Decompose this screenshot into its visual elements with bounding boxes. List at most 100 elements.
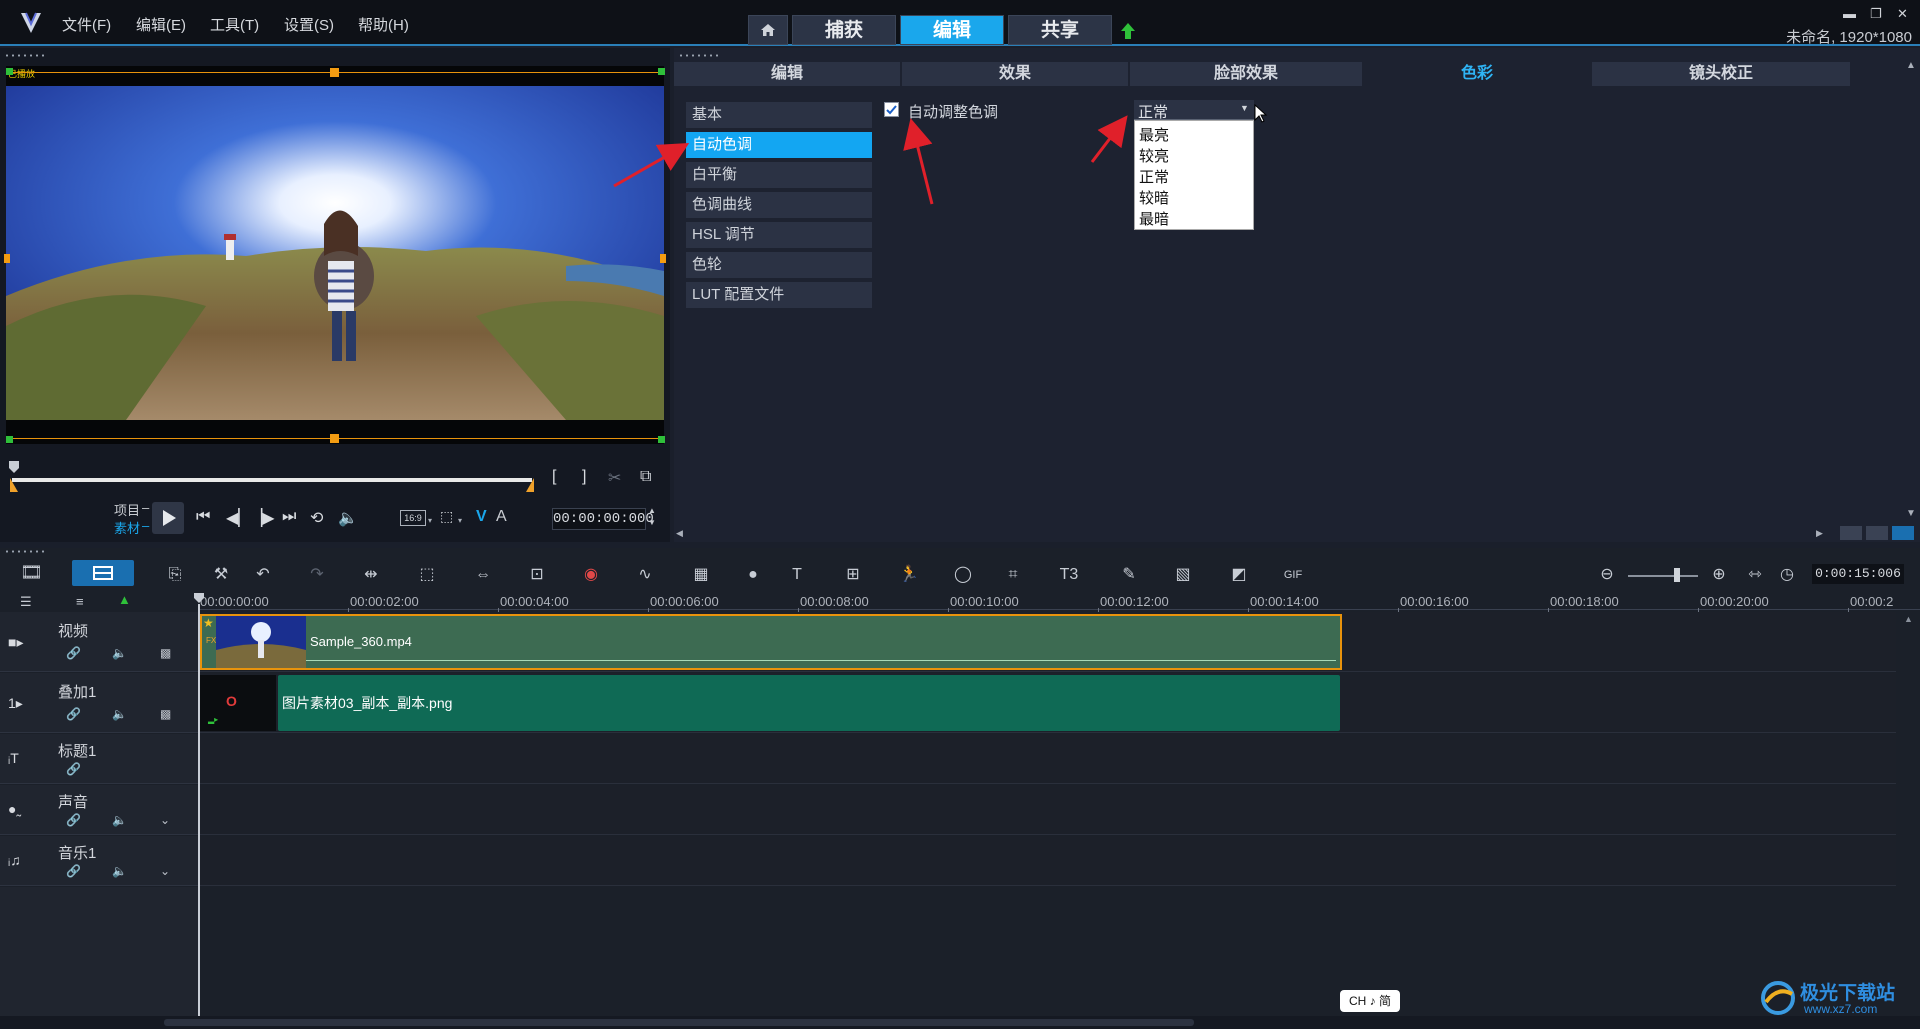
minimize-icon[interactable]: ▬ bbox=[1843, 6, 1856, 21]
side-item-tone-curve[interactable]: 色调曲线 bbox=[686, 192, 872, 218]
link-icon[interactable]: 🔗 bbox=[66, 864, 81, 878]
restore-icon[interactable]: ❐ bbox=[1870, 6, 1882, 22]
timeline-view-button[interactable] bbox=[72, 560, 134, 586]
undo-icon[interactable]: ↶ bbox=[250, 564, 276, 586]
mask-icon[interactable]: ● bbox=[740, 564, 766, 586]
menu-edit[interactable]: 编辑(E) bbox=[136, 14, 186, 35]
tone-option-darker[interactable]: 较暗 bbox=[1135, 188, 1253, 209]
panel-scroll-left-icon[interactable]: ◀ bbox=[676, 528, 683, 539]
track-name-overlay[interactable]: 叠加1 bbox=[58, 681, 96, 702]
crop-handle-bottom[interactable] bbox=[330, 434, 339, 443]
link-icon[interactable]: 🔗 bbox=[66, 646, 81, 660]
expand-icon[interactable]: ⌄ bbox=[160, 864, 170, 878]
scissors-icon[interactable]: ✂ bbox=[608, 468, 621, 488]
side-item-white-balance[interactable]: 白平衡 bbox=[686, 162, 872, 188]
prop-tab-face-effects[interactable]: 脸部效果 bbox=[1130, 62, 1362, 86]
speed-icon[interactable]: ◩ bbox=[1226, 564, 1252, 586]
chapter-icon[interactable]: ≡ bbox=[76, 594, 84, 609]
timeline-grip[interactable] bbox=[4, 550, 48, 553]
aspect-ratio-button[interactable]: 16:9 bbox=[400, 510, 426, 526]
prop-tab-edit[interactable]: 编辑 bbox=[674, 62, 900, 86]
tone-dropdown[interactable]: 正常 ▼ bbox=[1134, 100, 1254, 121]
panel-scroll-right-icon[interactable]: ▶ bbox=[1816, 528, 1823, 539]
menu-tools[interactable]: 工具(T) bbox=[210, 14, 259, 35]
tracking-icon[interactable]: ⌗ bbox=[1000, 564, 1026, 586]
tone-option-normal[interactable]: 正常 bbox=[1135, 167, 1253, 188]
layout-icon-3[interactable] bbox=[1892, 526, 1914, 540]
clip-mode-label[interactable]: 素材 bbox=[114, 518, 140, 537]
color-grading-icon[interactable]: ◉ bbox=[578, 564, 604, 586]
menu-help[interactable]: 帮助(H) bbox=[358, 14, 409, 35]
link-icon[interactable]: 🔗 bbox=[66, 762, 81, 776]
side-item-basic[interactable]: 基本 bbox=[686, 102, 872, 128]
zoom-out-icon[interactable]: ⊖ bbox=[1594, 564, 1620, 586]
freeze-icon[interactable]: ▧ bbox=[1170, 564, 1196, 586]
crop-tool-icon[interactable]: ⬚ bbox=[414, 564, 440, 586]
fit-project-icon[interactable]: ⇿ bbox=[1742, 564, 1768, 586]
upload-icon[interactable] bbox=[1120, 22, 1136, 40]
panel-scroll-up-icon[interactable]: ▲ bbox=[1906, 60, 1916, 71]
pan-zoom-icon[interactable]: ⊡ bbox=[524, 564, 550, 586]
crop-corner-tl[interactable] bbox=[6, 68, 13, 75]
scrubber-track[interactable] bbox=[12, 478, 532, 482]
home-button[interactable] bbox=[748, 15, 788, 45]
side-item-hsl[interactable]: HSL 调节 bbox=[686, 222, 872, 248]
crop-corner-br[interactable] bbox=[658, 436, 665, 443]
aspect-dropdown-icon[interactable]: ▾ bbox=[428, 516, 432, 525]
repeat-icon[interactable]: ⟲ bbox=[310, 508, 323, 528]
mute-icon[interactable]: 🔈 bbox=[112, 813, 127, 827]
motion-icon[interactable]: 🏃 bbox=[896, 564, 922, 586]
mute-icon[interactable]: 🔈 bbox=[112, 646, 127, 660]
crop-corner-bl[interactable] bbox=[6, 436, 13, 443]
panel-scroll-down-icon[interactable]: ▼ bbox=[1906, 508, 1916, 519]
prev-frame-icon[interactable]: ◀▏ bbox=[226, 508, 251, 528]
tools-icon[interactable]: ⚒ bbox=[208, 564, 234, 586]
menu-settings[interactable]: 设置(S) bbox=[284, 14, 334, 35]
timeline-hscroll[interactable] bbox=[0, 1016, 1920, 1029]
tone-option-brighter[interactable]: 较亮 bbox=[1135, 146, 1253, 167]
track-manager-icon[interactable]: ☰ bbox=[20, 594, 32, 610]
panel-grip[interactable] bbox=[4, 54, 48, 57]
playhead-icon[interactable] bbox=[193, 592, 205, 604]
track-name-video[interactable]: 视频 bbox=[58, 620, 88, 641]
add-track-icon[interactable]: ▲ bbox=[118, 592, 131, 607]
tone-option-brightest[interactable]: 最亮 bbox=[1135, 125, 1253, 146]
side-item-lut[interactable]: LUT 配置文件 bbox=[686, 282, 872, 308]
side-item-auto-tone[interactable]: 自动色调 bbox=[686, 132, 872, 158]
audio-wave-icon[interactable]: ∿ bbox=[632, 564, 658, 586]
lane-voice[interactable] bbox=[200, 785, 1896, 835]
close-icon[interactable]: ✕ bbox=[1897, 6, 1908, 22]
split-icon[interactable]: ⇔ bbox=[470, 564, 496, 586]
overlay-clip[interactable]: 图片素材03_副本_副本.png bbox=[278, 675, 1340, 731]
mute-icon[interactable]: 🔈 bbox=[112, 707, 127, 721]
gif-icon[interactable]: GIF bbox=[1280, 564, 1306, 586]
overlay-options-icon[interactable]: ▩ bbox=[160, 646, 171, 660]
tab-edit[interactable]: 编辑 bbox=[900, 15, 1004, 45]
tab-share[interactable]: 共享 bbox=[1008, 15, 1112, 45]
scrubber-handle-icon[interactable] bbox=[8, 460, 20, 474]
prop-tab-color[interactable]: 色彩 bbox=[1364, 62, 1590, 86]
storyboard-view-icon[interactable]: 🎞 bbox=[20, 562, 48, 586]
expand-icon[interactable]: ⌄ bbox=[160, 813, 170, 827]
paint-icon[interactable]: ✎ bbox=[1116, 564, 1142, 586]
mark-in-button[interactable]: [ bbox=[552, 468, 556, 486]
layout-icon-2[interactable] bbox=[1866, 526, 1888, 540]
crop-corner-tr[interactable] bbox=[658, 68, 665, 75]
hscroll-thumb[interactable] bbox=[164, 1019, 1194, 1026]
menu-file[interactable]: 文件(F) bbox=[62, 14, 111, 35]
mute-icon[interactable]: 🔈 bbox=[112, 864, 127, 878]
fit-icon[interactable]: ⇹ bbox=[358, 564, 384, 586]
title-3d-icon[interactable]: T3 bbox=[1056, 564, 1082, 586]
audio-toggle[interactable]: A bbox=[496, 508, 507, 526]
crop-handle-left[interactable] bbox=[4, 254, 10, 263]
zoom-slider[interactable] bbox=[1628, 575, 1698, 577]
video-toggle[interactable]: V bbox=[476, 508, 487, 526]
go-start-icon[interactable]: ⏮ bbox=[196, 508, 210, 526]
overlay-options-icon[interactable]: ▩ bbox=[160, 707, 171, 721]
prop-tab-lens-correction[interactable]: 镜头校正 bbox=[1592, 62, 1850, 86]
track-name-voice[interactable]: 声音 bbox=[58, 791, 88, 812]
display-dropdown-icon[interactable]: ▾ bbox=[458, 516, 462, 525]
go-end-icon[interactable]: ⏭ bbox=[282, 508, 296, 526]
time-ruler[interactable] bbox=[200, 588, 1920, 610]
track-name-music[interactable]: 音乐1 bbox=[58, 842, 96, 863]
